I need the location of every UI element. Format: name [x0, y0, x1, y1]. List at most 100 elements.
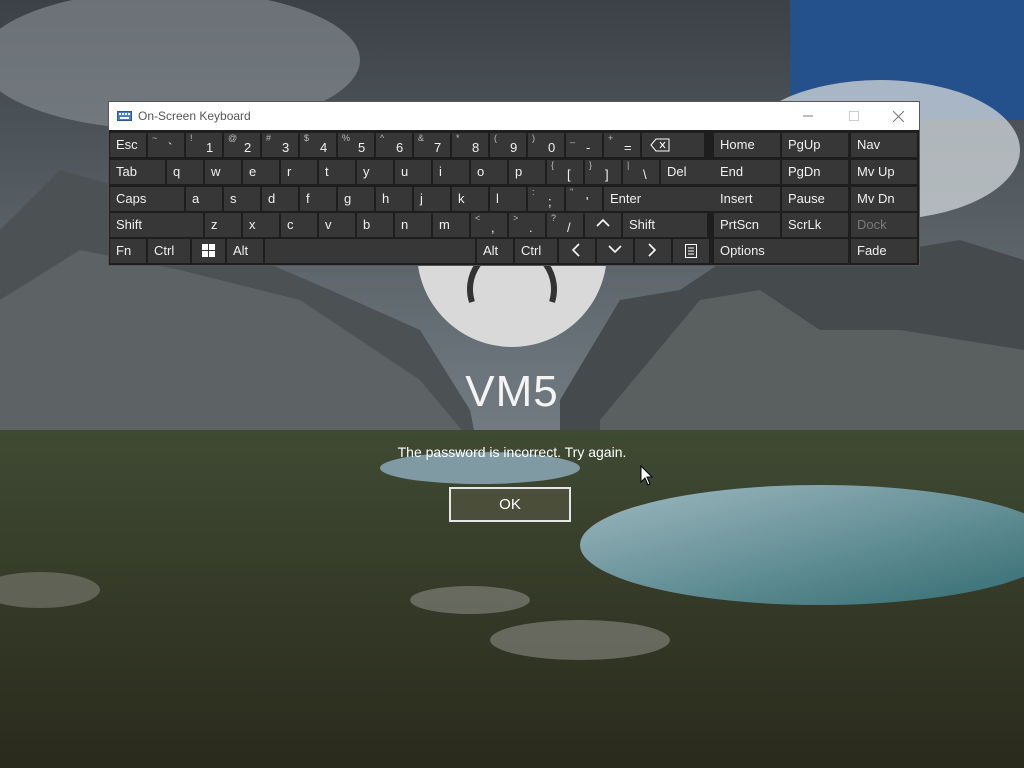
key-main-label: \ — [643, 167, 647, 182]
key-down[interactable] — [597, 239, 633, 263]
key-home[interactable]: Home — [714, 133, 780, 157]
key-left[interactable] — [559, 239, 595, 263]
key-x[interactable]: x — [243, 213, 279, 237]
key-main-label: - — [586, 140, 591, 155]
key-tilde[interactable]: ~ ` — [148, 133, 184, 157]
key-caps[interactable]: Caps — [110, 187, 184, 211]
key-ralt[interactable]: Alt — [477, 239, 513, 263]
key-v[interactable]: v — [319, 213, 355, 237]
key-menu[interactable] — [673, 239, 709, 263]
key-label: e — [249, 164, 257, 179]
key-s[interactable]: s — [224, 187, 260, 211]
key-lalt[interactable]: Alt — [227, 239, 263, 263]
key-8[interactable]: * 8 — [452, 133, 488, 157]
key-0[interactable]: ) 0 — [528, 133, 564, 157]
key-quote[interactable]: " ' — [566, 187, 602, 211]
key-esc[interactable]: Esc — [110, 133, 146, 157]
ok-button[interactable]: OK — [449, 487, 571, 522]
key-minus[interactable]: _ - — [566, 133, 602, 157]
key-6[interactable]: ^ 6 — [376, 133, 412, 157]
key-t[interactable]: t — [319, 160, 355, 184]
key-e[interactable]: e — [243, 160, 279, 184]
key-b[interactable]: b — [357, 213, 393, 237]
key-space[interactable] — [265, 239, 475, 263]
key-m[interactable]: m — [433, 213, 469, 237]
minimize-button[interactable] — [785, 102, 831, 130]
key-u[interactable]: u — [395, 160, 431, 184]
key-rshift[interactable]: Shift — [623, 213, 707, 237]
on-screen-keyboard-window[interactable]: On-Screen Keyboard Esc ~ `! 1 @2 #3 $4% 5 ^ 6 & 7 * 8… — [108, 101, 920, 266]
key-mv-up[interactable]: Mv Up — [851, 160, 917, 184]
key-lctrl[interactable]: Ctrl — [148, 239, 190, 263]
key-g[interactable]: g — [338, 187, 374, 211]
key-r[interactable]: r — [281, 160, 317, 184]
close-button[interactable] — [875, 102, 921, 130]
key-7[interactable]: & 7 — [414, 133, 450, 157]
key-label: m — [439, 217, 450, 232]
key-1[interactable]: ! 1 — [186, 133, 222, 157]
key-insert[interactable]: Insert — [714, 187, 780, 211]
key-semicolon[interactable]: :; — [528, 187, 564, 211]
key-mv-dn[interactable]: Mv Dn — [851, 187, 917, 211]
key-pgdn[interactable]: PgDn — [782, 160, 848, 184]
key-rctrl[interactable]: Ctrl — [515, 239, 557, 263]
key-up[interactable] — [585, 213, 621, 237]
key-n[interactable]: n — [395, 213, 431, 237]
key-l[interactable]: l — [490, 187, 526, 211]
key-label: End — [720, 164, 744, 179]
maximize-button[interactable] — [831, 102, 877, 130]
key-k[interactable]: k — [452, 187, 488, 211]
key-backslash[interactable]: | \ — [623, 160, 659, 184]
arrow-right-icon — [648, 243, 657, 257]
key-fade[interactable]: Fade — [851, 239, 917, 263]
key-prtscn[interactable]: PrtScn — [714, 213, 780, 237]
key-del[interactable]: Del — [661, 160, 716, 184]
key-pause[interactable]: Pause — [782, 187, 848, 211]
key-right[interactable] — [635, 239, 671, 263]
key-label: Dock — [857, 217, 887, 232]
key-f[interactable]: f — [300, 187, 336, 211]
key-y[interactable]: y — [357, 160, 393, 184]
key-z[interactable]: z — [205, 213, 241, 237]
key-shift-label: & — [418, 133, 425, 143]
key-fn[interactable]: Fn — [110, 239, 146, 263]
key-main-label: 9 — [510, 140, 518, 155]
key-label: q — [173, 164, 181, 179]
key-period[interactable]: >. — [509, 213, 545, 237]
key-scrlk[interactable]: ScrLk — [782, 213, 848, 237]
key-nav[interactable]: Nav — [851, 133, 917, 157]
key-equals[interactable]: + = — [604, 133, 640, 157]
key-end[interactable]: End — [714, 160, 780, 184]
key-slash[interactable]: ? / — [547, 213, 583, 237]
key-label: Alt — [233, 243, 249, 258]
key-win[interactable] — [192, 239, 225, 263]
key-o[interactable]: o — [471, 160, 507, 184]
key-tab[interactable]: Tab — [110, 160, 165, 184]
key-i[interactable]: i — [433, 160, 469, 184]
key-rbracket[interactable]: }] — [585, 160, 621, 184]
key-4[interactable]: $4 — [300, 133, 336, 157]
key-backspace[interactable] — [642, 133, 704, 157]
osk-title-bar[interactable]: On-Screen Keyboard — [109, 102, 919, 130]
key-comma[interactable]: <, — [471, 213, 507, 237]
key-label: s — [230, 191, 237, 206]
key-9[interactable]: (9 — [490, 133, 526, 157]
key-5[interactable]: % 5 — [338, 133, 374, 157]
key-w[interactable]: w — [205, 160, 241, 184]
key-p[interactable]: p — [509, 160, 545, 184]
key-d[interactable]: d — [262, 187, 298, 211]
key-options[interactable]: Options — [714, 239, 848, 263]
key-h[interactable]: h — [376, 187, 412, 211]
key-enter[interactable]: Enter — [604, 187, 718, 211]
key-lbracket[interactable]: {[ — [547, 160, 583, 184]
key-j[interactable]: j — [414, 187, 450, 211]
key-c[interactable]: c — [281, 213, 317, 237]
osk-title: On-Screen Keyboard — [138, 109, 251, 123]
key-pgup[interactable]: PgUp — [782, 133, 848, 157]
key-a[interactable]: a — [186, 187, 222, 211]
key-2[interactable]: @2 — [224, 133, 260, 157]
key-3[interactable]: #3 — [262, 133, 298, 157]
key-q[interactable]: q — [167, 160, 203, 184]
key-label: v — [325, 217, 332, 232]
key-lshift[interactable]: Shift — [110, 213, 203, 237]
